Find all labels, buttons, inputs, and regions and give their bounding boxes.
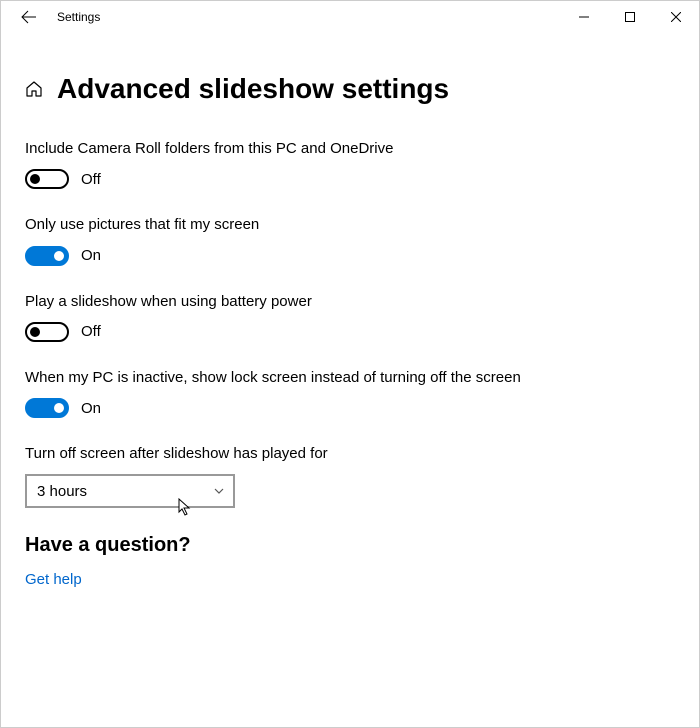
content-area: Advanced slideshow settings Include Came… xyxy=(1,33,699,588)
titlebar: Settings xyxy=(1,1,699,33)
setting-battery-power: Play a slideshow when using battery powe… xyxy=(25,292,675,342)
toggle-inactive-lock[interactable] xyxy=(25,398,69,418)
page-title: Advanced slideshow settings xyxy=(57,73,449,105)
setting-label: Include Camera Roll folders from this PC… xyxy=(25,139,605,159)
turn-off-dropdown[interactable]: 3 hours xyxy=(25,474,235,508)
toggle-state: On xyxy=(81,400,101,417)
toggle-battery-power[interactable] xyxy=(25,322,69,342)
toggle-camera-roll[interactable] xyxy=(25,169,69,189)
get-help-link[interactable]: Get help xyxy=(25,571,675,588)
chevron-down-icon xyxy=(213,485,225,497)
minimize-button[interactable] xyxy=(561,1,607,33)
toggle-state: On xyxy=(81,247,101,264)
back-button[interactable] xyxy=(9,1,49,33)
home-icon[interactable] xyxy=(25,80,43,98)
close-button[interactable] xyxy=(653,1,699,33)
close-icon xyxy=(671,12,681,22)
setting-inactive-lock: When my PC is inactive, show lock screen… xyxy=(25,368,675,418)
dropdown-value: 3 hours xyxy=(37,483,87,500)
window-controls xyxy=(561,1,699,33)
arrow-left-icon xyxy=(21,9,37,25)
minimize-icon xyxy=(579,12,589,22)
window-title: Settings xyxy=(49,10,561,24)
toggle-fit-screen[interactable] xyxy=(25,246,69,266)
toggle-state: Off xyxy=(81,323,101,340)
setting-label: Only use pictures that fit my screen xyxy=(25,215,605,235)
setting-turn-off-after: Turn off screen after slideshow has play… xyxy=(25,444,675,508)
setting-fit-screen: Only use pictures that fit my screen On xyxy=(25,215,675,265)
maximize-button[interactable] xyxy=(607,1,653,33)
maximize-icon xyxy=(625,12,635,22)
setting-camera-roll: Include Camera Roll folders from this PC… xyxy=(25,139,675,189)
setting-label: Turn off screen after slideshow has play… xyxy=(25,444,605,464)
toggle-state: Off xyxy=(81,171,101,188)
help-section-title: Have a question? xyxy=(25,534,675,557)
page-header: Advanced slideshow settings xyxy=(25,73,675,105)
setting-label: Play a slideshow when using battery powe… xyxy=(25,292,605,312)
setting-label: When my PC is inactive, show lock screen… xyxy=(25,368,605,388)
